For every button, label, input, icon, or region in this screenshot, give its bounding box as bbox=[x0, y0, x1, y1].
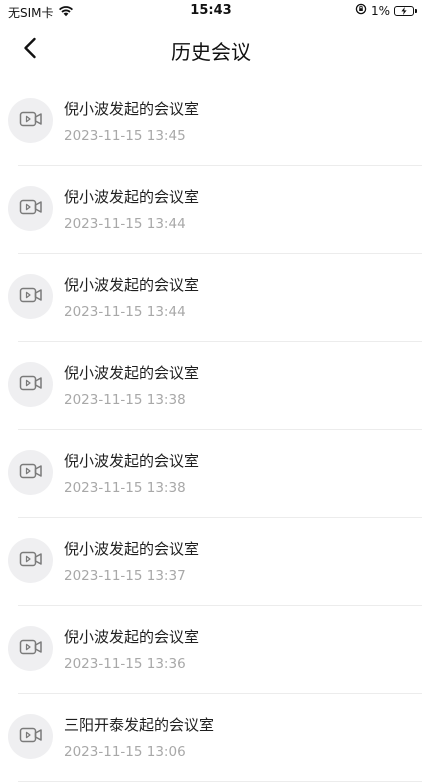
meeting-list-item[interactable]: 倪小波发起的会议室 2023-11-15 13:36 bbox=[0, 606, 422, 694]
video-camera-icon bbox=[19, 198, 43, 220]
meeting-time: 2023-11-15 13:44 bbox=[64, 304, 186, 320]
meeting-time: 2023-11-15 13:37 bbox=[64, 568, 186, 584]
meeting-title: 倪小波发起的会议室 bbox=[64, 452, 200, 470]
video-camera-icon bbox=[19, 726, 43, 748]
meeting-time: 2023-11-15 13:38 bbox=[64, 392, 186, 408]
battery-percent: 1% bbox=[370, 3, 390, 18]
video-camera-icon bbox=[19, 638, 43, 660]
meeting-time: 2023-11-15 13:45 bbox=[64, 128, 186, 144]
video-camera-icon bbox=[19, 286, 43, 308]
meeting-title: 倪小波发起的会议室 bbox=[64, 276, 200, 294]
meeting-list-item[interactable]: 三阳开泰发起的会议室 2023-11-15 13:06 bbox=[0, 694, 422, 782]
video-camera-icon bbox=[19, 110, 43, 132]
video-camera-icon bbox=[19, 550, 43, 572]
meeting-title: 倪小波发起的会议室 bbox=[64, 540, 200, 558]
meeting-title: 倪小波发起的会议室 bbox=[64, 188, 200, 206]
meeting-time: 2023-11-15 13:06 bbox=[64, 744, 186, 760]
meeting-time: 2023-11-15 13:36 bbox=[64, 656, 186, 672]
avatar bbox=[8, 626, 53, 671]
meeting-list-item[interactable]: 倪小波发起的会议室 2023-11-15 13:45 bbox=[0, 78, 422, 166]
meeting-title: 倪小波发起的会议室 bbox=[64, 100, 200, 118]
meeting-list: 倪小波发起的会议室 2023-11-15 13:45 倪小波发起的会议室 202… bbox=[0, 78, 422, 782]
meeting-title: 三阳开泰发起的会议室 bbox=[64, 716, 215, 734]
meeting-title: 倪小波发起的会议室 bbox=[64, 628, 200, 646]
meeting-list-item[interactable]: 倪小波发起的会议室 2023-11-15 13:38 bbox=[0, 342, 422, 430]
avatar bbox=[8, 450, 53, 495]
meeting-list-item[interactable]: 倪小波发起的会议室 2023-11-15 13:44 bbox=[0, 166, 422, 254]
page-title: 历史会议 bbox=[171, 40, 251, 64]
avatar bbox=[8, 186, 53, 231]
avatar bbox=[8, 714, 53, 759]
avatar bbox=[8, 274, 53, 319]
orientation-lock-icon bbox=[355, 3, 367, 18]
meeting-list-item[interactable]: 倪小波发起的会议室 2023-11-15 13:38 bbox=[0, 430, 422, 518]
avatar bbox=[8, 98, 53, 143]
meeting-time: 2023-11-15 13:38 bbox=[64, 480, 186, 496]
meeting-list-item[interactable]: 倪小波发起的会议室 2023-11-15 13:37 bbox=[0, 518, 422, 606]
video-camera-icon bbox=[19, 462, 43, 484]
battery-icon bbox=[394, 5, 417, 16]
meeting-time: 2023-11-15 13:44 bbox=[64, 216, 186, 232]
avatar bbox=[8, 538, 53, 583]
meeting-title: 倪小波发起的会议室 bbox=[64, 364, 200, 382]
meeting-list-item[interactable]: 倪小波发起的会议室 2023-11-15 13:44 bbox=[0, 254, 422, 342]
status-right: 1% bbox=[355, 3, 417, 18]
status-bar: 无SIM卡 15:43 1% bbox=[0, 0, 422, 22]
avatar bbox=[8, 362, 53, 407]
video-camera-icon bbox=[19, 374, 43, 396]
nav-bar: 历史会议 bbox=[0, 22, 422, 78]
